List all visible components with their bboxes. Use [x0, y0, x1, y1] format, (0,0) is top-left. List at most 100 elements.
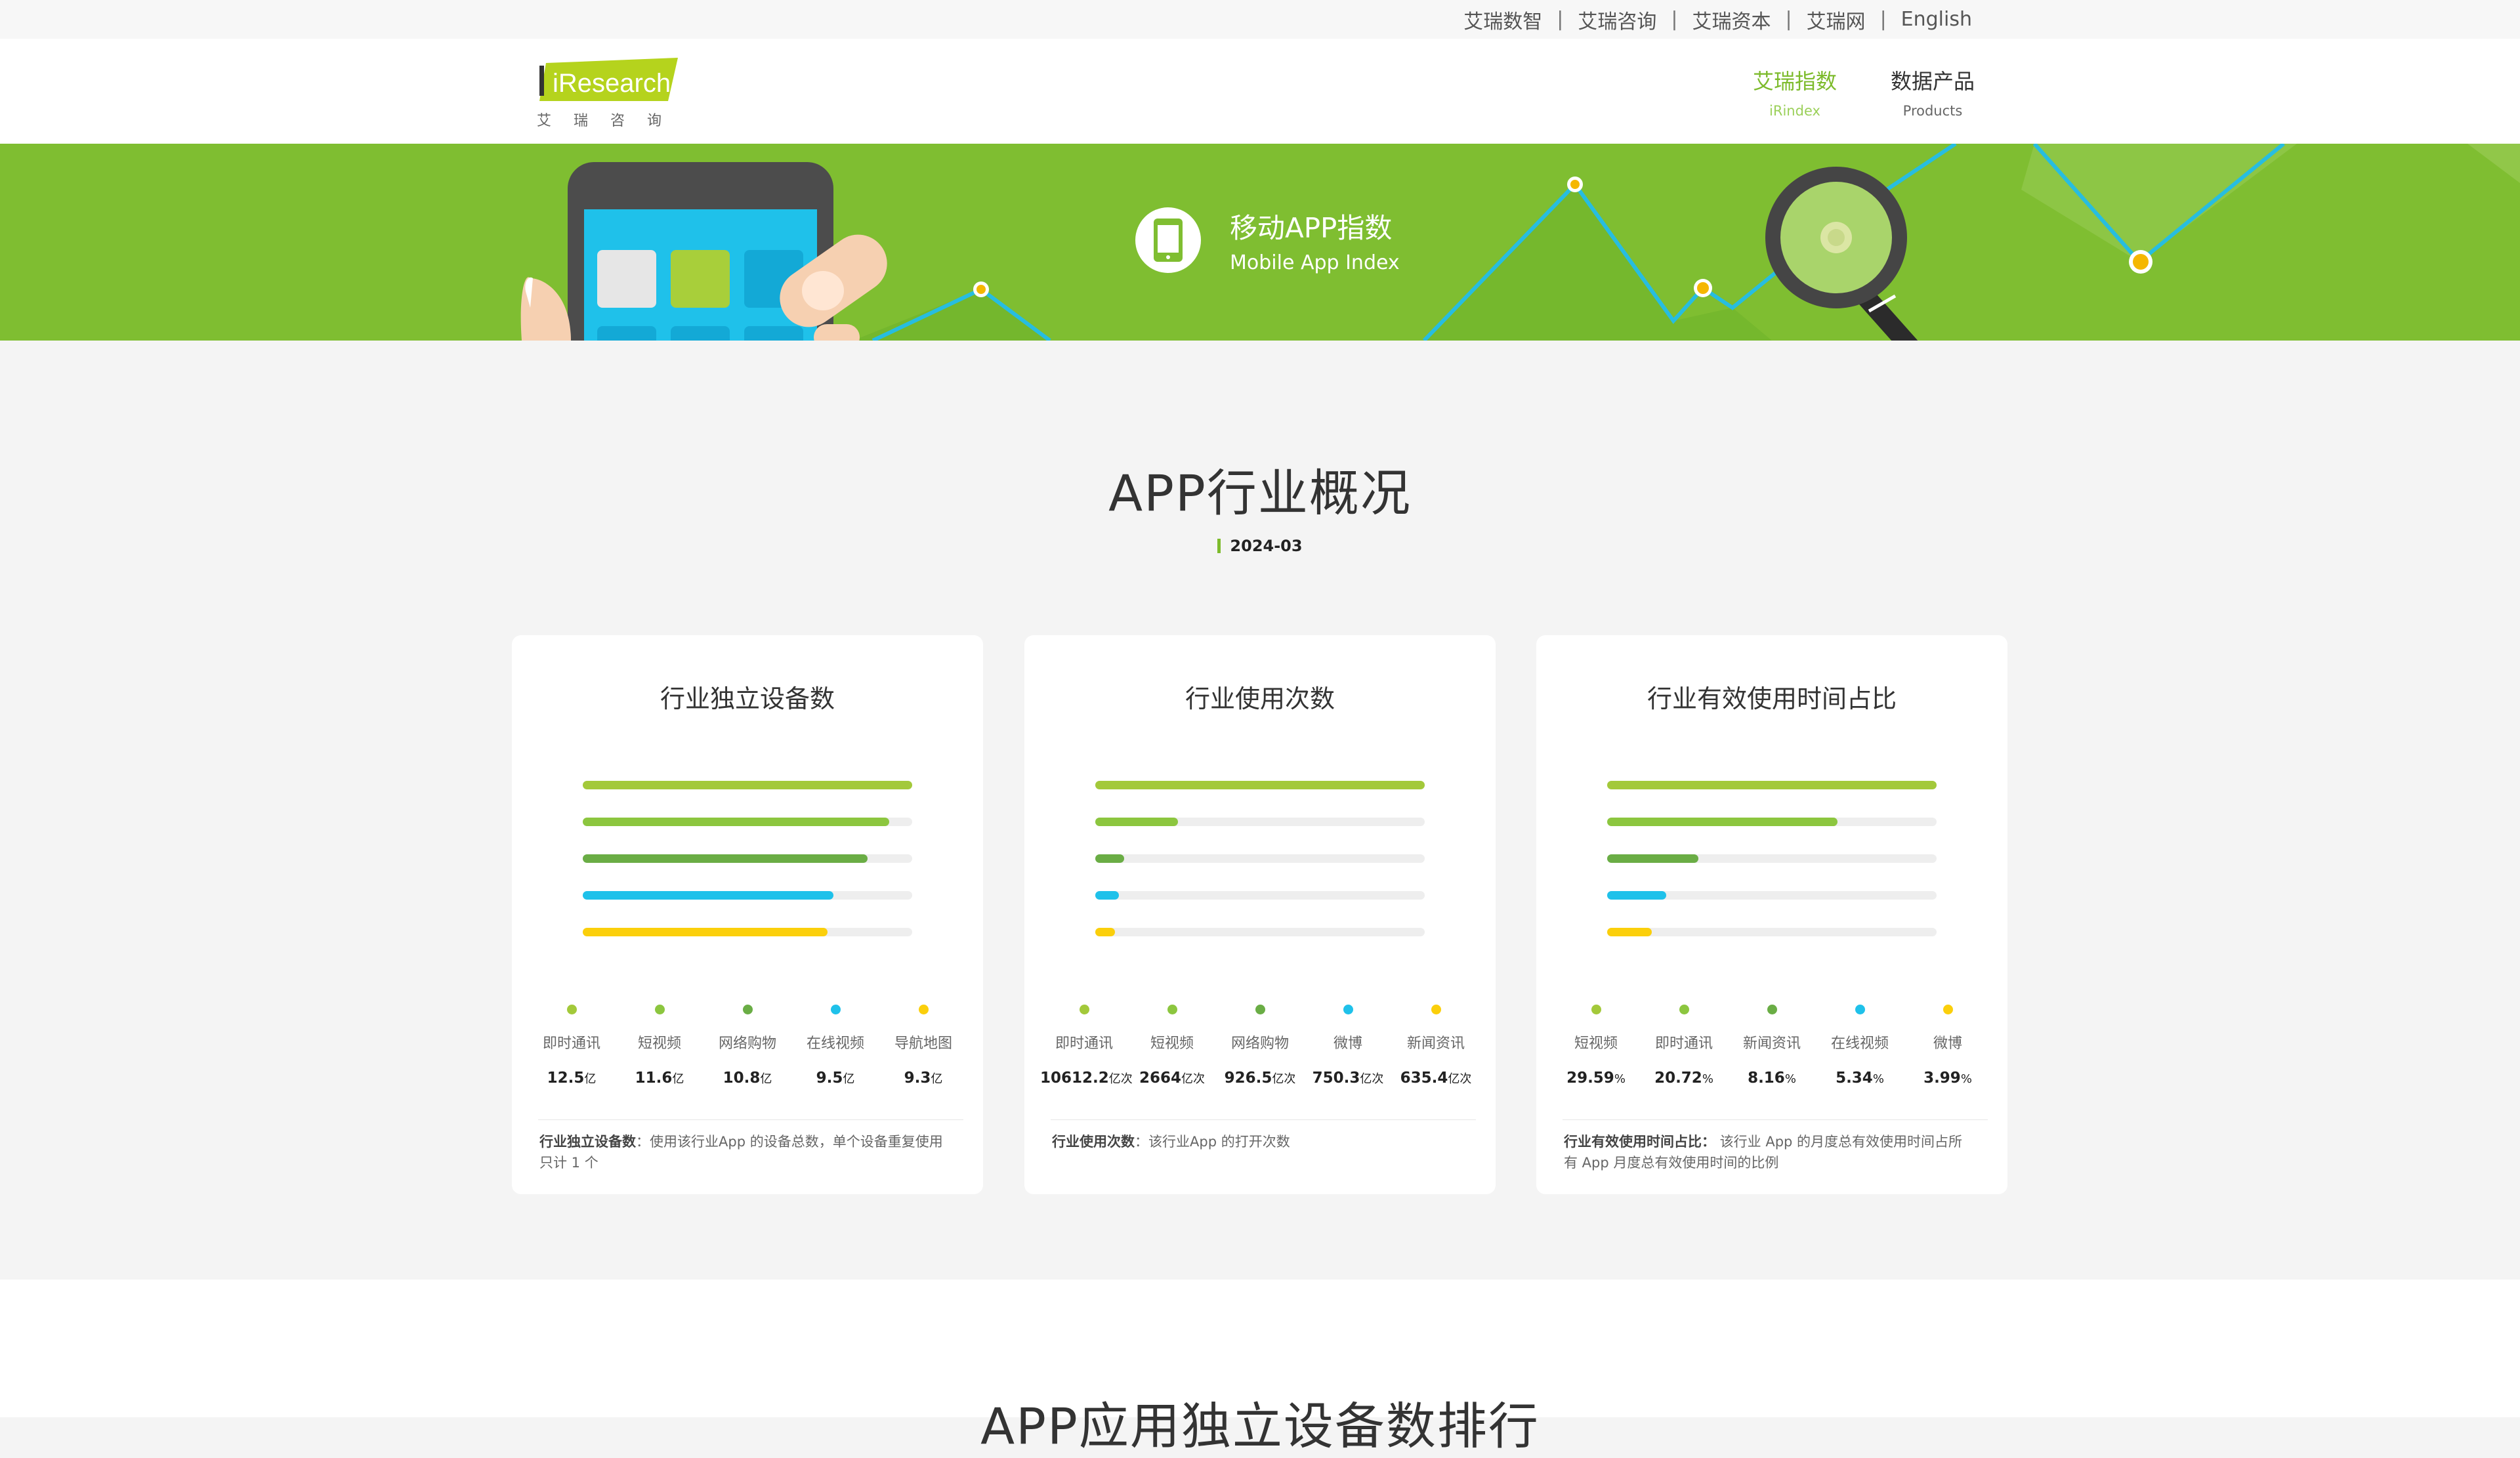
value-number: 2664 — [1139, 1070, 1181, 1087]
bar-track — [1095, 928, 1425, 936]
legend-value: 11.6亿 — [616, 1070, 704, 1087]
iresearch-logo[interactable]: iResearch 艾瑞咨询 — [537, 55, 681, 129]
separator: | — [1671, 8, 1678, 31]
card-usage-time-share: 行业有效使用时间占比 短视频 29.59% 即时通讯 20.72% 新闻资讯 8.16% 在… — [1536, 635, 2007, 1194]
legend-dot — [1767, 1005, 1777, 1014]
legend-value: 9.3亿 — [879, 1070, 967, 1087]
bar-fill — [583, 781, 912, 789]
value-unit: 亿 — [843, 1072, 855, 1086]
value-unit: 亿 — [931, 1072, 943, 1086]
legend-dot — [1431, 1005, 1441, 1014]
legend-dot — [654, 1005, 665, 1014]
site-header: iResearch 艾瑞咨询 艾瑞指数 iRindex 数据产品 Product… — [0, 39, 2520, 144]
main-nav: 艾瑞指数 iRindex 数据产品 Products — [1726, 65, 2002, 119]
value-unit: 亿 — [760, 1072, 772, 1086]
bar-fill — [1607, 854, 1698, 863]
bar-fill — [583, 854, 868, 863]
legend-item: 短视频 2664亿次 — [1128, 1005, 1216, 1087]
hero-banner: 移动APP指数 Mobile App Index — [0, 144, 2520, 341]
legend-value: 635.4亿次 — [1392, 1070, 1480, 1087]
value-unit: % — [1960, 1072, 1972, 1086]
value-number: 750.3 — [1312, 1070, 1360, 1087]
banner-title: 移动APP指数 Mobile App Index — [1135, 206, 1400, 274]
card-devices: 行业独立设备数 即时通讯 12.5亿 短视频 11.6亿 网络购物 10.8亿 在线视频 9.… — [512, 635, 983, 1194]
value-unit: 亿次 — [1448, 1072, 1472, 1086]
legend-value: 3.99% — [1904, 1070, 1992, 1087]
top-link-english[interactable]: English — [1901, 8, 1972, 31]
value-number: 635.4 — [1400, 1070, 1448, 1087]
bar-track — [1095, 818, 1425, 826]
legend-value: 9.5亿 — [791, 1070, 879, 1087]
value-number: 11.6 — [635, 1070, 673, 1087]
bar-fill — [1095, 928, 1116, 936]
bar-fill — [1607, 891, 1667, 900]
bar-fill — [583, 928, 828, 936]
bar-track — [1095, 891, 1425, 900]
legend-value: 12.5亿 — [528, 1070, 616, 1087]
bar-track — [583, 928, 912, 936]
card-usage-count: 行业使用次数 即时通讯 10612.2亿次 短视频 2664亿次 网络购物 926.5亿次… — [1024, 635, 1496, 1194]
value-unit: % — [1614, 1072, 1626, 1086]
legend-value: 2664亿次 — [1128, 1070, 1216, 1087]
legend: 即时通讯 12.5亿 短视频 11.6亿 网络购物 10.8亿 在线视频 9.5亿 导航地图 9.… — [528, 1005, 967, 1087]
top-link-shuzhi[interactable]: 艾瑞数智 — [1463, 5, 1542, 34]
bar-list — [583, 781, 912, 965]
value-unit: % — [1784, 1072, 1796, 1086]
legend-name: 微博 — [1933, 1035, 1962, 1052]
value-unit: 亿次 — [1360, 1072, 1384, 1086]
value-number: 20.72 — [1654, 1070, 1702, 1087]
top-utility-bar: 艾瑞数智 | 艾瑞咨询 | 艾瑞资本 | 艾瑞网 | English — [0, 0, 2520, 39]
bar-fill — [1607, 818, 1838, 826]
bar-fill — [1095, 854, 1124, 863]
legend-name: 导航地图 — [894, 1035, 952, 1052]
value-unit: % — [1702, 1072, 1713, 1086]
bar-fill — [1095, 818, 1178, 826]
top-link-zixun[interactable]: 艾瑞咨询 — [1578, 5, 1656, 34]
section-title: APP行业概况 — [1108, 464, 1412, 522]
legend-name: 在线视频 — [1830, 1035, 1889, 1052]
legend-item: 网络购物 10.8亿 — [704, 1005, 791, 1087]
bar-track — [583, 854, 912, 863]
legend-name: 网络购物 — [718, 1035, 776, 1052]
legend-value: 20.72% — [1640, 1070, 1728, 1087]
banner-title-cn: 移动APP指数 — [1230, 212, 1393, 244]
bar-track — [1607, 818, 1937, 826]
legend-item: 新闻资讯 635.4亿次 — [1392, 1005, 1480, 1087]
nav-item-irindex[interactable]: 艾瑞指数 iRindex — [1726, 65, 1864, 119]
bar-fill — [1607, 781, 1937, 789]
card-note: 行业有效使用时间占比： 该行业 App 的月度总有效使用时间占所有 App 月度… — [1564, 1131, 1973, 1173]
card-title: 行业有效使用时间占比 — [1647, 684, 1897, 713]
separator: | — [1880, 8, 1887, 31]
top-link-wang[interactable]: 艾瑞网 — [1807, 5, 1866, 34]
legend-name: 短视频 — [637, 1035, 681, 1052]
divider — [1563, 1119, 1988, 1120]
card-note: 行业独立设备数：使用该行业App 的设备总数，单个设备重复使用只计 1 个 — [539, 1131, 949, 1173]
top-links: 艾瑞数智 | 艾瑞咨询 | 艾瑞资本 | 艾瑞网 | English — [1463, 0, 1972, 39]
date-value: 2024-03 — [1230, 537, 1303, 555]
value-number: 12.5 — [547, 1070, 585, 1087]
legend-name: 新闻资讯 — [1742, 1035, 1801, 1052]
value-unit: % — [1872, 1072, 1884, 1086]
note-label: 行业有效使用时间占比： — [1564, 1134, 1715, 1150]
legend-value: 926.5亿次 — [1216, 1070, 1304, 1087]
date-label: 2024-03 — [1217, 537, 1303, 555]
divider — [538, 1119, 963, 1120]
legend-item: 导航地图 9.3亿 — [879, 1005, 967, 1087]
card-note: 行业使用次数：该行业App 的打开次数 — [1052, 1131, 1461, 1152]
top-link-ziben[interactable]: 艾瑞资本 — [1692, 5, 1771, 34]
note-label: 行业独立设备数 — [539, 1134, 636, 1150]
bar-track — [1607, 854, 1937, 863]
legend-name: 在线视频 — [806, 1035, 864, 1052]
legend-dot — [918, 1005, 929, 1014]
bar-list — [1095, 781, 1425, 965]
legend-name: 短视频 — [1574, 1035, 1618, 1052]
legend-item: 新闻资讯 8.16% — [1728, 1005, 1816, 1087]
value-number: 9.3 — [904, 1070, 931, 1087]
phone-icon — [1135, 207, 1201, 273]
bar-track — [1095, 854, 1425, 863]
value-number: 926.5 — [1224, 1070, 1272, 1087]
bar-track — [1095, 781, 1425, 789]
nav-item-products[interactable]: 数据产品 Products — [1864, 65, 2002, 119]
legend-item: 短视频 29.59% — [1552, 1005, 1640, 1087]
ranking-section-title: APP应用独立设备数排行 — [980, 1397, 1540, 1455]
